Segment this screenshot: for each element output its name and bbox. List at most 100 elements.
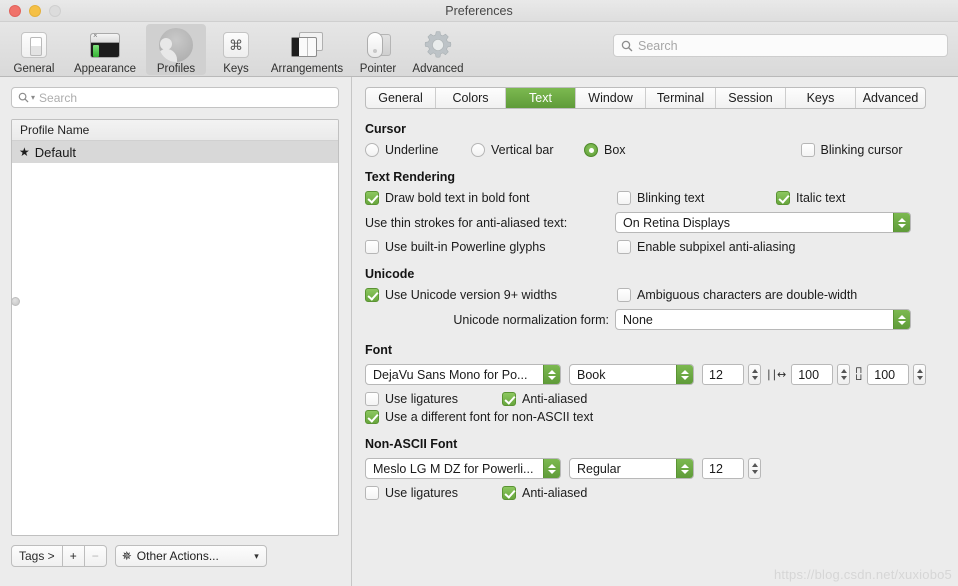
checkbox-icon bbox=[617, 240, 631, 254]
font-style-dropdown[interactable]: Book bbox=[569, 364, 694, 385]
font-controls-row: DejaVu Sans Mono for Po... Book 12 ∣∣↔ 1… bbox=[365, 364, 946, 385]
pointer-icon bbox=[364, 28, 392, 62]
non-ascii-font-family-dropdown[interactable]: Meslo LG M DZ for Powerli... bbox=[365, 458, 561, 479]
checkbox-label: Blinking cursor bbox=[820, 143, 903, 157]
toolbar-label-appearance: Appearance bbox=[73, 63, 137, 75]
font-size-value: 12 bbox=[709, 367, 723, 382]
non-ascii-font-size-input[interactable]: 12 bbox=[702, 458, 744, 479]
checkbox-icon bbox=[365, 240, 379, 254]
radio-icon bbox=[365, 143, 379, 157]
stepper-arrows-icon[interactable] bbox=[893, 310, 910, 329]
tab-keys[interactable]: Keys bbox=[786, 88, 856, 108]
radio-icon-selected bbox=[584, 143, 598, 157]
checkbox-ambiguous-double-width[interactable]: Ambiguous characters are double-width bbox=[617, 288, 857, 302]
checkbox-unicode-version9[interactable]: Use Unicode version 9+ widths bbox=[365, 288, 617, 302]
checkbox-icon-checked bbox=[365, 191, 379, 205]
checkbox-subpixel-antialiasing[interactable]: Enable subpixel anti-aliasing bbox=[617, 240, 795, 254]
gear-icon: ✵ bbox=[121, 549, 132, 563]
checkbox-label: Use Unicode version 9+ widths bbox=[385, 288, 557, 302]
profile-settings-pane: General Colors Text Window Terminal Sess… bbox=[352, 77, 958, 586]
stepper-arrows-icon[interactable] bbox=[543, 365, 560, 384]
radio-cursor-underline[interactable]: Underline bbox=[365, 143, 471, 157]
tab-advanced[interactable]: Advanced bbox=[856, 88, 925, 108]
tab-terminal[interactable]: Terminal bbox=[646, 88, 716, 108]
non-ascii-font-size-value: 12 bbox=[709, 461, 723, 476]
stepper-arrows-icon[interactable] bbox=[676, 365, 693, 384]
tab-general[interactable]: General bbox=[366, 88, 436, 108]
font-options-row: Use ligatures Anti-aliased bbox=[365, 392, 946, 406]
radio-label: Vertical bar bbox=[491, 143, 554, 157]
thin-strokes-value: On Retina Displays bbox=[623, 215, 730, 230]
toolbar-item-arrangements[interactable]: Arrangements bbox=[266, 24, 348, 75]
non-ascii-font-style-dropdown[interactable]: Regular bbox=[569, 458, 694, 479]
tab-session[interactable]: Session bbox=[716, 88, 786, 108]
toolbar-label-keys: Keys bbox=[223, 63, 249, 75]
non-ascii-font-options-row: Use ligatures Anti-aliased bbox=[365, 486, 946, 500]
stepper-arrows-icon[interactable] bbox=[893, 213, 910, 232]
different-font-row: Use a different font for non-ASCII text bbox=[365, 410, 946, 424]
horizontal-spacing-input[interactable]: 100 bbox=[791, 364, 834, 385]
non-ascii-font-size-stepper[interactable] bbox=[748, 458, 761, 479]
unicode-section-title: Unicode bbox=[365, 267, 415, 281]
vertical-spacing-stepper[interactable] bbox=[913, 364, 927, 385]
profile-search-input[interactable]: ▾ Search bbox=[11, 87, 339, 108]
horizontal-spacing-stepper[interactable] bbox=[837, 364, 851, 385]
text-rendering-row-3: Use built-in Powerline glyphs Enable sub… bbox=[365, 240, 946, 254]
checkbox-label: Anti-aliased bbox=[522, 392, 588, 406]
stepper-arrows-icon[interactable] bbox=[676, 459, 693, 478]
keys-icon: ⌘ bbox=[223, 28, 249, 62]
checkbox-icon bbox=[365, 392, 379, 406]
toolbar-label-arrangements: Arrangements bbox=[270, 63, 344, 75]
tab-colors[interactable]: Colors bbox=[436, 88, 506, 108]
checkbox-italic-text[interactable]: Italic text bbox=[776, 191, 845, 205]
content-area: ▾ Search Profile Name ★ Default Tags > +… bbox=[0, 77, 958, 586]
profile-list-footer: Tags > + − ✵ Other Actions... ▾ bbox=[11, 545, 339, 567]
other-actions-button[interactable]: ✵ Other Actions... ▾ bbox=[114, 545, 267, 567]
remove-profile-button[interactable]: − bbox=[84, 545, 107, 567]
tab-window[interactable]: Window bbox=[576, 88, 646, 108]
checkbox-non-ascii-ligatures[interactable]: Use ligatures bbox=[365, 486, 502, 500]
profile-list-column-header: Profile Name bbox=[12, 120, 338, 141]
tags-button[interactable]: Tags > bbox=[11, 545, 63, 567]
profile-list[interactable]: Profile Name ★ Default bbox=[11, 119, 339, 536]
checkbox-powerline-glyphs[interactable]: Use built-in Powerline glyphs bbox=[365, 240, 617, 254]
profiles-sidebar: ▾ Search Profile Name ★ Default Tags > +… bbox=[0, 77, 352, 586]
checkbox-different-font-non-ascii[interactable]: Use a different font for non-ASCII text bbox=[365, 410, 593, 424]
toolbar-item-general[interactable]: General bbox=[4, 24, 64, 75]
toolbar-item-pointer[interactable]: Pointer bbox=[348, 24, 408, 75]
table-row[interactable]: ★ Default bbox=[12, 141, 338, 163]
general-icon bbox=[21, 28, 47, 62]
toolbar-item-profiles[interactable]: Profiles bbox=[146, 24, 206, 75]
toolbar-item-advanced[interactable]: Advanced bbox=[408, 24, 468, 75]
checkbox-draw-bold-text[interactable]: Draw bold text in bold font bbox=[365, 191, 617, 205]
font-family-dropdown[interactable]: DejaVu Sans Mono for Po... bbox=[365, 364, 561, 385]
toolbar-item-keys[interactable]: ⌘ Keys bbox=[206, 24, 266, 75]
checkbox-label: Italic text bbox=[796, 191, 846, 205]
toolbar-item-appearance[interactable]: Appearance bbox=[64, 24, 146, 75]
split-view-handle[interactable] bbox=[11, 297, 20, 306]
thin-strokes-dropdown[interactable]: On Retina Displays bbox=[615, 212, 911, 233]
radio-cursor-vertical-bar[interactable]: Vertical bar bbox=[471, 143, 584, 157]
profiles-icon bbox=[159, 28, 193, 62]
font-style-value: Book bbox=[577, 367, 606, 382]
radio-label: Underline bbox=[385, 143, 439, 157]
vertical-spacing-input[interactable]: 100 bbox=[867, 364, 910, 385]
text-rendering-section: Text Rendering Draw bold text in bold fo… bbox=[365, 170, 946, 254]
tab-text[interactable]: Text bbox=[506, 88, 576, 108]
search-icon bbox=[18, 92, 29, 103]
non-ascii-font-section: Non-ASCII Font Meslo LG M DZ for Powerli… bbox=[365, 437, 946, 500]
stepper-arrows-icon[interactable] bbox=[543, 459, 560, 478]
checkbox-blinking-text[interactable]: Blinking text bbox=[617, 191, 776, 205]
unicode-normalization-dropdown[interactable]: None bbox=[615, 309, 911, 330]
checkbox-blinking-cursor[interactable]: Blinking cursor bbox=[800, 143, 903, 157]
add-profile-button[interactable]: + bbox=[62, 545, 85, 567]
checkbox-font-antialiased[interactable]: Anti-aliased bbox=[502, 392, 587, 406]
vertical-spacing-value: 100 bbox=[874, 367, 896, 382]
checkbox-non-ascii-antialiased[interactable]: Anti-aliased bbox=[502, 486, 587, 500]
profile-name-label: Default bbox=[34, 144, 76, 160]
checkbox-font-ligatures[interactable]: Use ligatures bbox=[365, 392, 502, 406]
font-size-input[interactable]: 12 bbox=[702, 364, 744, 385]
font-size-stepper[interactable] bbox=[748, 364, 761, 385]
toolbar-search-field[interactable]: Search bbox=[613, 34, 948, 57]
radio-cursor-box[interactable]: Box bbox=[584, 143, 626, 157]
